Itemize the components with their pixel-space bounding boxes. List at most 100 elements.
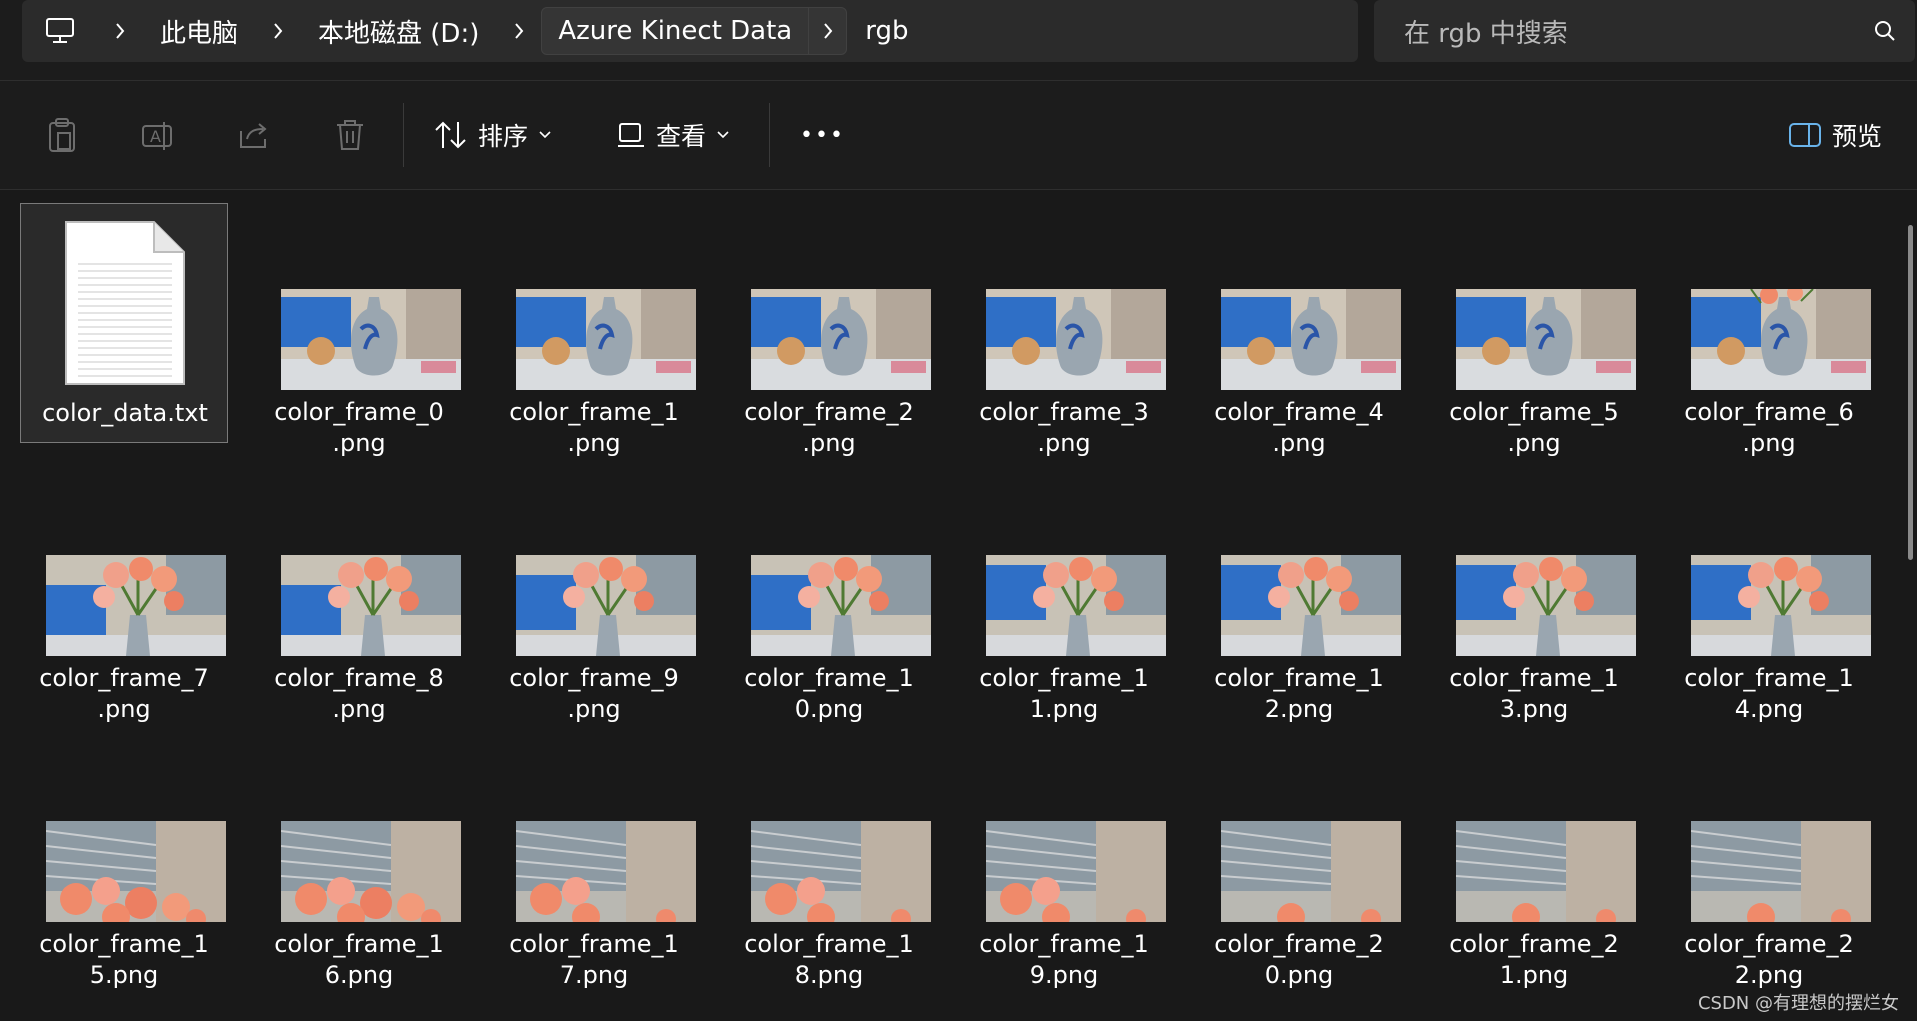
more-button[interactable]: ••• [800,107,845,163]
file-item-image[interactable]: color_frame_1 0.png [725,469,933,723]
file-name: color_frame_7 .png [39,664,209,723]
image-thumbnail [281,821,461,922]
file-item-image[interactable]: color_frame_2 1.png [1430,735,1638,989]
separator [769,103,770,167]
file-item-image[interactable]: color_frame_9 .png [490,469,698,723]
file-item-image[interactable]: color_frame_1 6.png [255,735,463,989]
file-name: color_frame_5 .png [1449,398,1619,457]
preview-button[interactable]: 预览 [1788,107,1882,163]
sort-icon [435,121,466,149]
file-item-image[interactable]: color_frame_0 .png [255,203,463,457]
file-name: color_frame_8 .png [274,664,444,723]
view-button[interactable]: 查看 [616,107,730,163]
breadcrumb-rgb[interactable]: rgb [847,0,926,62]
preview-pane-icon [1789,123,1821,147]
chevron-down-icon [717,131,729,139]
file-item-image[interactable]: color_frame_1 7.png [490,735,698,989]
file-name: color_frame_0 .png [274,398,444,457]
image-thumbnail [751,555,931,656]
file-name: color_frame_2 1.png [1449,930,1619,989]
view-label: 查看 [656,122,707,151]
file-name: color_frame_1 4.png [1684,664,1854,723]
breadcrumb-azure-kinect-data[interactable]: Azure Kinect Data [541,7,848,55]
view-icon [618,123,644,147]
paste-icon[interactable] [38,111,86,159]
file-item-text[interactable]: color_data.txt [20,203,228,443]
image-thumbnail [1221,555,1401,656]
file-item-image[interactable]: color_frame_1 1.png [960,469,1168,723]
file-name: color_frame_9 .png [509,664,679,723]
chevron-right-icon[interactable] [808,8,846,54]
chevron-right-icon[interactable] [256,0,300,62]
file-item-image[interactable]: color_frame_6 .png [1665,203,1873,457]
chevron-down-icon [539,131,551,139]
image-thumbnail [986,821,1166,922]
search-placeholder: 在 rgb 中搜索 [1404,18,1568,49]
text-file-icon [60,218,190,392]
breadcrumb-this-pc[interactable]: 此电脑 [142,0,256,62]
file-item-image[interactable]: color_frame_4 .png [1195,203,1403,457]
file-item-image[interactable]: color_frame_8 .png [255,469,463,723]
file-item-image[interactable]: color_frame_1 2.png [1195,469,1403,723]
image-thumbnail [1691,289,1871,390]
image-thumbnail [986,555,1166,656]
chevron-right-icon[interactable] [98,0,142,62]
search-icon[interactable] [1855,0,1915,62]
file-item-image[interactable]: color_frame_1 8.png [725,735,933,989]
file-name: color_frame_6 .png [1684,398,1854,457]
preview-label: 预览 [1832,122,1883,151]
delete-icon[interactable] [326,111,374,159]
file-name: color_frame_1 9.png [979,930,1149,989]
file-name: color_frame_2 0.png [1214,930,1384,989]
file-name: color_frame_1 7.png [509,930,679,989]
file-item-image[interactable]: color_frame_2 .png [725,203,933,457]
image-thumbnail [46,821,226,922]
file-item-image[interactable]: color_frame_1 4.png [1665,469,1873,723]
file-name: color_frame_1 3.png [1449,664,1619,723]
separator [403,103,404,167]
breadcrumb[interactable]: 此电脑 本地磁盘 (D:) Azure Kinect Data rgb [22,0,1358,62]
image-thumbnail [1221,821,1401,922]
image-thumbnail [281,555,461,656]
sort-label: 排序 [478,122,529,151]
share-icon[interactable] [230,111,278,159]
breadcrumb-local-disk[interactable]: 本地磁盘 (D:) [300,0,497,62]
monitor-icon[interactable] [22,0,98,62]
command-bar: A 排序 查看 ••• 预览 [0,80,1917,190]
file-name: color_frame_1 1.png [979,664,1149,723]
file-item-image[interactable]: color_frame_1 5.png [20,735,228,989]
file-name: color_frame_1 6.png [274,930,444,989]
image-thumbnail [281,289,461,390]
file-item-image[interactable]: color_frame_2 2.png [1665,735,1873,989]
file-name: color_frame_1 2.png [1214,664,1384,723]
more-icon: ••• [800,122,845,148]
file-item-image[interactable]: color_frame_1 9.png [960,735,1168,989]
image-thumbnail [516,821,696,922]
image-thumbnail [1691,821,1871,922]
file-name: color_frame_2 .png [744,398,914,457]
file-name: color_frame_2 2.png [1684,930,1854,989]
file-item-image[interactable]: color_frame_1 .png [490,203,698,457]
sort-button[interactable]: 排序 [434,107,552,163]
image-thumbnail [1221,289,1401,390]
chevron-right-icon[interactable] [497,0,541,62]
image-thumbnail [516,555,696,656]
file-name: color_frame_4 .png [1214,398,1384,457]
file-name: color_frame_3 .png [979,398,1149,457]
rename-icon[interactable]: A [134,111,182,159]
file-item-image[interactable]: color_frame_5 .png [1430,203,1638,457]
image-thumbnail [46,555,226,656]
image-thumbnail [1456,555,1636,656]
file-item-image[interactable]: color_frame_1 3.png [1430,469,1638,723]
file-item-image[interactable]: color_frame_2 0.png [1195,735,1403,989]
file-item-image[interactable]: color_frame_3 .png [960,203,1168,457]
svg-text:A: A [150,127,161,146]
file-item-image[interactable]: color_frame_7 .png [20,469,228,723]
image-thumbnail [751,821,931,922]
image-thumbnail [1691,555,1871,656]
file-name: color_frame_1 8.png [744,930,914,989]
search-input[interactable]: 在 rgb 中搜索 [1374,0,1915,62]
image-thumbnail [1456,289,1636,390]
vertical-scrollbar[interactable] [1908,225,1913,560]
image-thumbnail [751,289,931,390]
